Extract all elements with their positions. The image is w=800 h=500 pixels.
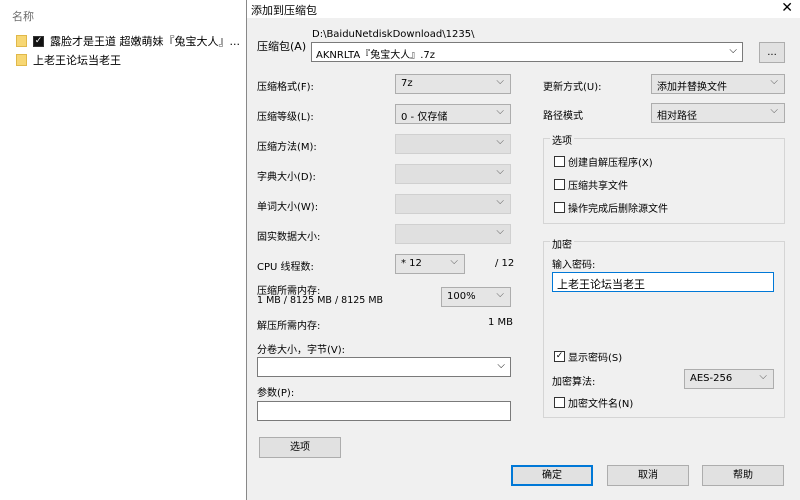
checkbox-checked[interactable]: ✓ [33, 35, 44, 47]
mem-compress-value: 1 MB / 8125 MB / 8125 MB [257, 295, 384, 306]
add-to-archive-dialog: 添加到压缩包 ✕ 压缩包(A) D:\BaiduNetdiskDownload\… [246, 0, 800, 500]
word-select[interactable] [395, 194, 511, 214]
chevron-down-icon[interactable]: ⌵ [497, 360, 505, 371]
word-label: 单词大小(W): [257, 202, 319, 213]
browse-button[interactable]: ... [759, 42, 785, 63]
file-explorer: 名称 ✓ 露脸才是王道 超嫩萌妹『兔宝大人』... 上老王论坛当老王 [0, 0, 246, 500]
password-label: 输入密码: [552, 260, 596, 271]
path-mode-label: 路径模式 [543, 111, 583, 122]
close-icon[interactable]: ✕ [781, 0, 793, 16]
algo-label: 加密算法: [552, 377, 596, 388]
help-button[interactable]: 帮助 [702, 465, 784, 486]
mem-decompress-value: 1 MB [488, 317, 514, 328]
cpu-label: CPU 线程数: [257, 262, 314, 273]
checkbox[interactable] [554, 202, 565, 213]
show-password-checkbox[interactable]: ✓ 显示密码(S) [554, 349, 622, 364]
shared-files-checkbox[interactable]: 压缩共享文件 [554, 177, 628, 192]
path-mode-select[interactable]: 相对路径 [651, 103, 785, 123]
mem-decompress-label: 解压所需内存: [257, 321, 321, 332]
checkbox-checked[interactable]: ✓ [554, 351, 565, 362]
checkbox-label: 显示密码(S) [568, 353, 623, 364]
archive-label: 压缩包(A) [257, 40, 307, 53]
archive-name-combobox[interactable]: AKNRLTA『兔宝大人』.7z ⌵ [311, 42, 743, 62]
archive-path: D:\BaiduNetdiskDownload\1235\ [312, 29, 475, 40]
cpu-select[interactable]: * 12 [395, 254, 465, 274]
method-label: 压缩方法(M): [257, 142, 317, 153]
checkbox[interactable] [554, 179, 565, 190]
ok-button[interactable]: 确定 [511, 465, 593, 486]
cancel-button[interactable]: 取消 [607, 465, 689, 486]
file-name: 露脸才是王道 超嫩萌妹『兔宝大人』... [50, 35, 240, 48]
sfx-checkbox[interactable]: 创建自解压程序(X) [554, 154, 653, 169]
file-item[interactable]: 上老王论坛当老王 [16, 52, 121, 68]
encryption-group: 加密 输入密码: 上老王论坛当老王 ✓ 显示密码(S) 加密算法: AES-256… [543, 236, 785, 418]
title-bar: 添加到压缩包 ✕ [247, 0, 800, 18]
encryption-group-title: 加密 [550, 236, 574, 251]
options-button[interactable]: 选项 [259, 437, 341, 458]
archive-name: AKNRLTA『兔宝大人』.7z [316, 50, 435, 61]
folder-icon [16, 54, 27, 66]
checkbox-label: 操作完成后删除源文件 [568, 204, 668, 215]
params-label: 参数(P): [257, 388, 295, 399]
split-label: 分卷大小，字节(V): [257, 345, 346, 356]
format-label: 压缩格式(F): [257, 82, 314, 93]
dict-label: 字典大小(D): [257, 172, 316, 183]
file-name: 上老王论坛当老王 [33, 54, 121, 67]
level-label: 压缩等级(L): [257, 112, 314, 123]
file-item[interactable]: ✓ 露脸才是王道 超嫩萌妹『兔宝大人』... [16, 33, 240, 49]
update-label: 更新方式(U): [543, 82, 602, 93]
checkbox-label: 创建自解压程序(X) [568, 158, 653, 169]
split-size-combobox[interactable]: ⌵ [257, 357, 511, 377]
format-select[interactable]: 7z [395, 74, 511, 94]
dict-select[interactable] [395, 164, 511, 184]
solid-label: 固实数据大小: [257, 232, 321, 243]
solid-select[interactable] [395, 224, 511, 244]
password-input[interactable]: 上老王论坛当老王 [552, 272, 774, 292]
checkbox[interactable] [554, 397, 565, 408]
cpu-max: / 12 [495, 258, 515, 269]
dialog-title: 添加到压缩包 [251, 4, 317, 17]
encrypt-names-checkbox[interactable]: 加密文件名(N) [554, 395, 633, 410]
folder-icon [16, 35, 27, 47]
checkbox[interactable] [554, 156, 565, 167]
checkbox-label: 压缩共享文件 [568, 181, 628, 192]
options-group-title: 选项 [550, 132, 574, 147]
method-select[interactable] [395, 134, 511, 154]
algo-select[interactable]: AES-256 [684, 369, 774, 389]
delete-after-checkbox[interactable]: 操作完成后删除源文件 [554, 200, 668, 215]
checkbox-label: 加密文件名(N) [568, 399, 634, 410]
chevron-down-icon[interactable]: ⌵ [729, 45, 737, 56]
update-select[interactable]: 添加并替换文件 [651, 74, 785, 94]
memory-percent-select[interactable]: 100% [441, 287, 511, 307]
level-select[interactable]: 0 - 仅存储 [395, 104, 511, 124]
options-group: 选项 创建自解压程序(X) 压缩共享文件 操作完成后删除源文件 [543, 132, 785, 224]
params-input[interactable] [257, 401, 511, 421]
column-header-name[interactable]: 名称 [12, 8, 34, 24]
